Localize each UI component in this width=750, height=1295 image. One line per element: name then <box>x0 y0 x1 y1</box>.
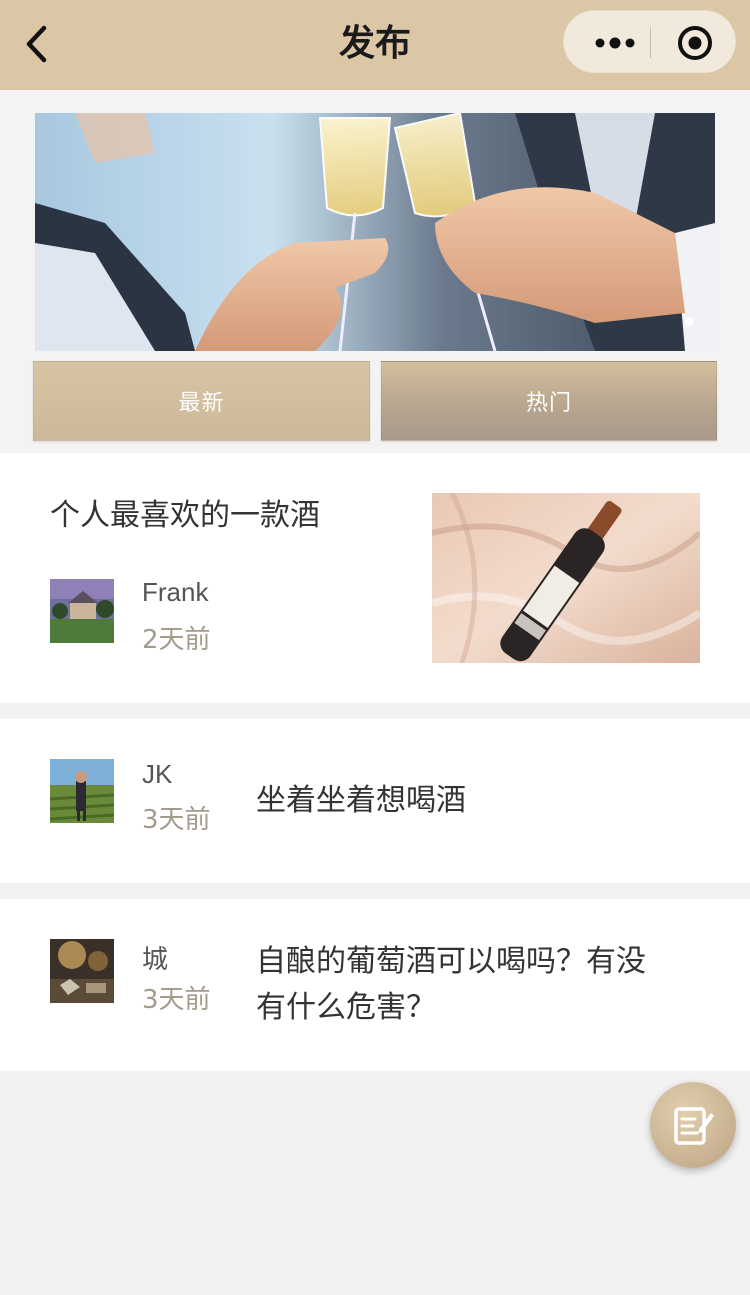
post-card[interactable]: 城 3天前 自酿的葡萄酒可以喝吗？有没 有什么危害？ <box>0 899 750 1071</box>
champagne-toast-photo <box>35 113 715 351</box>
mini-program-capsule <box>563 10 736 73</box>
target-circle-icon <box>677 25 712 60</box>
avatar <box>50 579 114 643</box>
castle-avatar <box>50 579 114 643</box>
tab-latest[interactable]: 最新 <box>33 361 370 441</box>
capsule-divider <box>650 27 651 58</box>
post-time: 3天前 <box>142 805 211 835</box>
nav-bar: 发布 <box>0 0 750 90</box>
edit-note-icon <box>674 1107 714 1145</box>
avatar <box>50 759 114 823</box>
tab-hot[interactable]: 热门 <box>381 361 717 441</box>
new-post-button[interactable] <box>650 1082 736 1168</box>
post-title: 个人最喜欢的一款酒 <box>50 498 320 533</box>
winery-avatar <box>50 939 114 1003</box>
post-card[interactable]: 个人最喜欢的一款酒 Frank 2天前 <box>0 453 750 703</box>
avatar <box>50 939 114 1003</box>
post-title-line: 自酿的葡萄酒可以喝吗？有没 <box>256 944 646 979</box>
author-name: JK <box>142 759 173 789</box>
post-card[interactable]: JK 3天前 坐着坐着想喝酒 <box>0 719 750 883</box>
post-time: 3天前 <box>142 985 211 1015</box>
vineyard-man-avatar <box>50 759 114 823</box>
author-name: 城 <box>142 944 169 974</box>
banner-indicator-dot <box>685 317 694 326</box>
close-button[interactable] <box>667 11 722 74</box>
more-button[interactable] <box>584 11 646 74</box>
post-time: 2天前 <box>142 625 211 655</box>
post-image <box>432 493 700 663</box>
more-dots-icon <box>595 37 635 48</box>
post-title: 坐着坐着想喝酒 <box>256 783 466 818</box>
author-name: Frank <box>142 577 209 607</box>
post-title-line: 有什么危害？ <box>256 990 436 1025</box>
back-button[interactable] <box>14 20 58 68</box>
post-title: 自酿的葡萄酒可以喝吗？有没 有什么危害？ <box>256 939 646 1031</box>
chevron-left-icon <box>26 25 47 63</box>
wine-bottle-on-silk-photo <box>432 493 700 663</box>
banner-image[interactable] <box>35 113 715 351</box>
